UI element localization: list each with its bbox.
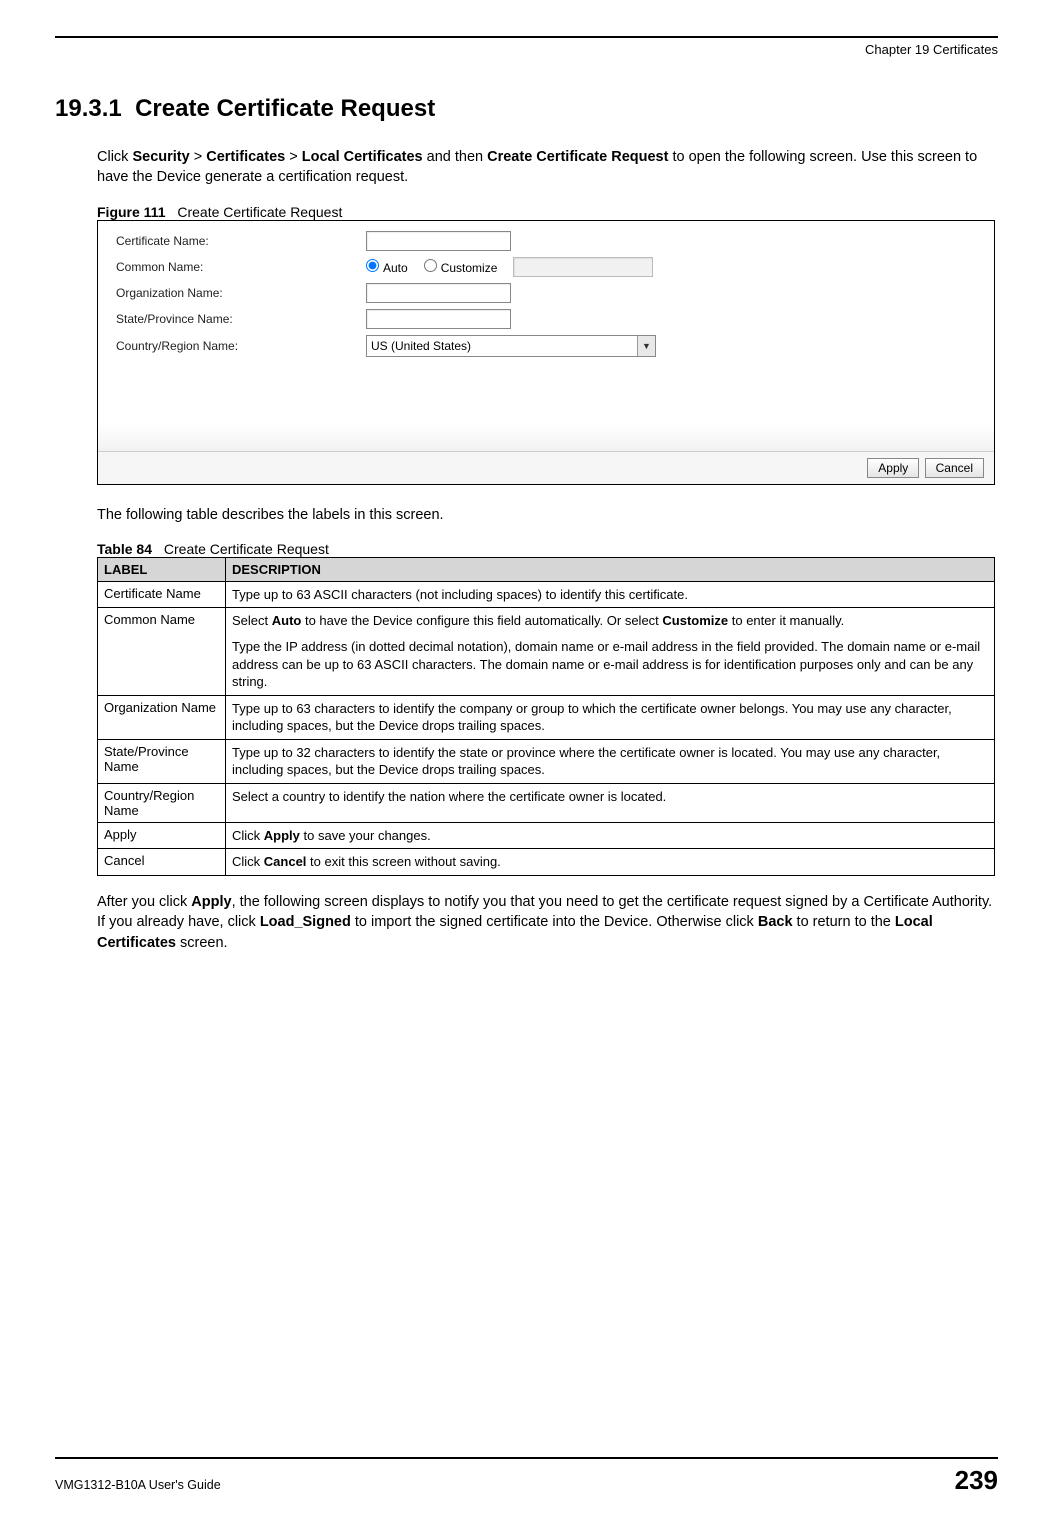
radio-auto[interactable]	[366, 259, 379, 272]
page-number: 239	[955, 1465, 998, 1496]
row-label: Cancel	[98, 849, 226, 876]
figure-title: Create Certificate Request	[177, 204, 342, 220]
table-row: Common Name Select Auto to have the Devi…	[98, 608, 995, 695]
row-label: Organization Name	[98, 695, 226, 739]
row-desc: Type up to 63 characters to identify the…	[226, 695, 995, 739]
input-organization-name[interactable]	[366, 283, 511, 303]
intro-mid: and then	[423, 149, 488, 165]
table-row: Cancel Click Cancel to exit this screen …	[98, 849, 995, 876]
select-country-region[interactable]: US (United States) ▼	[366, 335, 656, 357]
txt-bold: Back	[758, 914, 793, 930]
page-footer: VMG1312-B10A User's Guide 239	[55, 1457, 998, 1496]
section-heading: 19.3.1 Create Certificate Request	[55, 95, 998, 123]
txt: Type the IP address (in dotted decimal n…	[232, 638, 988, 691]
txt-bold: Apply	[191, 894, 231, 910]
table-row: Organization Name Type up to 63 characte…	[98, 695, 995, 739]
row-label: Certificate Name	[98, 581, 226, 608]
table-row: Certificate Name Type up to 63 ASCII cha…	[98, 581, 995, 608]
figure-button-bar: Apply Cancel	[98, 451, 994, 484]
txt: to import the signed certificate into th…	[351, 914, 758, 930]
nav-create-cert-request: Create Certificate Request	[487, 149, 668, 165]
txt: to return to the	[793, 914, 895, 930]
row-label: Country/Region Name	[98, 783, 226, 822]
table-row: State/Province Name Type up to 32 charac…	[98, 739, 995, 783]
figure-caption: Figure 111 Create Certificate Request	[97, 204, 998, 220]
txt: Select	[232, 613, 272, 628]
txt: screen.	[176, 935, 228, 951]
label-common-name: Common Name:	[116, 260, 366, 274]
txt: Click	[232, 854, 264, 869]
row-desc: Select Auto to have the Device configure…	[226, 608, 995, 695]
section-number: 19.3.1	[55, 95, 122, 122]
label-organization-name: Organization Name:	[116, 286, 366, 300]
label-state-province-name: State/Province Name:	[116, 312, 366, 326]
table-label: Table 84	[97, 541, 152, 557]
row-desc: Select a country to identify the nation …	[226, 783, 995, 822]
table-row: Apply Click Apply to save your changes.	[98, 822, 995, 849]
txt: to save your changes.	[300, 828, 431, 843]
select-country-value: US (United States)	[371, 339, 471, 353]
intro-paragraph: Click Security > Certificates > Local Ce…	[97, 147, 998, 188]
label-certificate-name: Certificate Name:	[116, 234, 366, 248]
row-desc: Type up to 63 ASCII characters (not incl…	[226, 581, 995, 608]
input-certificate-name[interactable]	[366, 231, 511, 251]
apply-button[interactable]: Apply	[867, 458, 919, 478]
footer-guide-name: VMG1312-B10A User's Guide	[55, 1478, 221, 1492]
txt-bold: Load_Signed	[260, 914, 351, 930]
txt-bold: Cancel	[264, 854, 307, 869]
figure-form-area: Certificate Name: Common Name: Auto Cust…	[98, 221, 994, 451]
radio-customize[interactable]	[424, 259, 437, 272]
row-desc: Type up to 32 characters to identify the…	[226, 739, 995, 783]
table-row: Country/Region Name Select a country to …	[98, 783, 995, 822]
txt-bold: Auto	[272, 613, 302, 628]
table-caption: Table 84 Create Certificate Request	[97, 541, 998, 557]
txt-bold: Customize	[662, 613, 728, 628]
row-label: Apply	[98, 822, 226, 849]
radio-auto-label: Auto	[383, 261, 408, 275]
nav-sep2: >	[285, 149, 302, 165]
intro-pre: Click	[97, 149, 132, 165]
nav-certificates: Certificates	[206, 149, 285, 165]
table-intro: The following table describes the labels…	[97, 505, 998, 525]
description-table: LABEL DESCRIPTION Certificate Name Type …	[97, 557, 995, 876]
radio-customize-label: Customize	[441, 261, 498, 275]
label-country-region-name: Country/Region Name:	[116, 339, 366, 353]
input-state-province-name[interactable]	[366, 309, 511, 329]
th-description: DESCRIPTION	[226, 557, 995, 581]
txt: After you click	[97, 894, 191, 910]
outro-paragraph: After you click Apply, the following scr…	[97, 892, 998, 953]
row-label: State/Province Name	[98, 739, 226, 783]
figure-create-certificate-request: Certificate Name: Common Name: Auto Cust…	[97, 220, 995, 485]
radio-customize-wrap[interactable]: Customize	[424, 259, 498, 275]
txt: Click	[232, 828, 264, 843]
nav-local-certificates: Local Certificates	[302, 149, 423, 165]
nav-security: Security	[132, 149, 189, 165]
header-rule	[55, 36, 998, 38]
nav-sep1: >	[190, 149, 207, 165]
table-title: Create Certificate Request	[164, 541, 329, 557]
row-desc: Click Apply to save your changes.	[226, 822, 995, 849]
figure-label: Figure 111	[97, 204, 165, 220]
chevron-down-icon: ▼	[637, 336, 655, 356]
th-label: LABEL	[98, 557, 226, 581]
txt: to exit this screen without saving.	[306, 854, 500, 869]
row-label: Common Name	[98, 608, 226, 695]
txt-bold: Apply	[264, 828, 300, 843]
radio-auto-wrap[interactable]: Auto	[366, 259, 408, 275]
input-common-name-custom	[513, 257, 653, 277]
row-desc: Click Cancel to exit this screen without…	[226, 849, 995, 876]
txt: to have the Device configure this field …	[301, 613, 662, 628]
cancel-button[interactable]: Cancel	[925, 458, 984, 478]
txt: to enter it manually.	[728, 613, 844, 628]
footer-rule	[55, 1457, 998, 1459]
section-title: Create Certificate Request	[135, 95, 435, 122]
chapter-header: Chapter 19 Certificates	[55, 42, 998, 57]
table-header-row: LABEL DESCRIPTION	[98, 557, 995, 581]
